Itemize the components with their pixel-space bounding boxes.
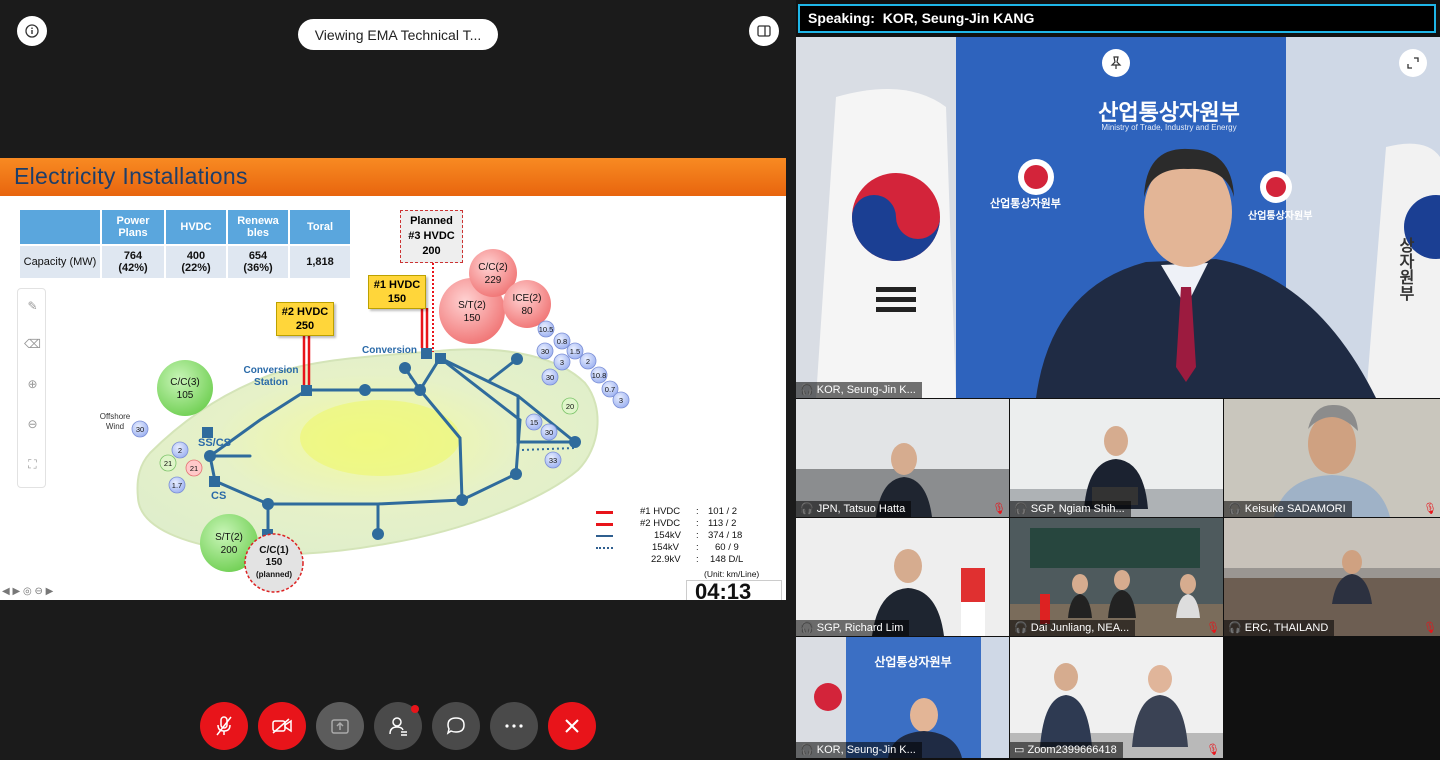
layout-toggle-button[interactable] bbox=[749, 16, 779, 46]
main-speaker-video[interactable]: 산업통상자원부 Ministry of Trade, Industry and … bbox=[796, 37, 1440, 398]
hvdc2-tag: #2 HVDC 250 bbox=[276, 302, 334, 336]
split-view-icon bbox=[757, 25, 771, 37]
mic-muted-icon: 🎙 bbox=[1423, 503, 1437, 515]
expand-button[interactable] bbox=[1399, 49, 1427, 77]
close-icon bbox=[565, 719, 579, 733]
backdrop-korean-text: 산업통상자원부 bbox=[874, 655, 952, 669]
audio-icon: 🎧 bbox=[800, 622, 814, 634]
video-button[interactable] bbox=[258, 702, 306, 750]
screen-icon: ▭ bbox=[1014, 744, 1025, 756]
participant-name: 🎧 KOR, Seung-Jin K... bbox=[796, 742, 922, 758]
mute-button[interactable] bbox=[200, 702, 248, 750]
participant-tile[interactable]: 🎧 JPN, Tatsuo Hatta 🎙 bbox=[796, 399, 1009, 517]
participant-name: ▭ Zoom2399666418 bbox=[1010, 742, 1123, 758]
participants-button[interactable] bbox=[374, 702, 422, 750]
cs-label: CS bbox=[211, 490, 227, 502]
audio-icon: 🎧 bbox=[800, 384, 814, 396]
participant-tile[interactable]: 🎧 ERC, THAILAND 🎙 bbox=[1224, 518, 1440, 636]
audio-icon: 🎧 bbox=[1014, 503, 1028, 515]
video-off-icon bbox=[272, 718, 292, 734]
participants-icon bbox=[389, 717, 407, 736]
mic-muted-icon: 🎙 bbox=[1206, 744, 1220, 756]
mic-off-icon bbox=[216, 716, 232, 736]
mic-muted-icon: 🎙 bbox=[1206, 622, 1220, 634]
chat-button[interactable] bbox=[432, 702, 480, 750]
plant-label-st2-south: S/T(2) 200 bbox=[215, 532, 243, 556]
video-feed bbox=[1224, 518, 1440, 636]
participant-name: 🎧 Keisuke SADAMORI bbox=[1224, 501, 1352, 517]
participant-name: 🎧 SGP, Ngiam Shih... bbox=[1010, 501, 1131, 517]
presentation-slide: Electricity Installations Power Plans HV… bbox=[0, 158, 786, 600]
participant-name: 🎧 JPN, Tatsuo Hatta bbox=[796, 501, 912, 517]
participant-tile-self[interactable]: 산업통상자원부 🎧 KOR, Seung-Jin K... bbox=[796, 637, 1009, 758]
audio-icon: 🎧 bbox=[800, 503, 814, 515]
participant-tile[interactable]: 🎧 SGP, Ngiam Shih... bbox=[1010, 399, 1223, 517]
participant-tile[interactable]: 🎧 Dai Junliang, NEA... 🎙 bbox=[1010, 518, 1223, 636]
planned-hvdc3-tag: Planned #3 HVDC 200 bbox=[400, 210, 463, 263]
audio-icon: 🎧 bbox=[1228, 503, 1242, 515]
plant-label-cc1: C/C(1) 150 (planned) bbox=[256, 545, 292, 579]
chat-icon bbox=[446, 717, 465, 735]
speaking-indicator: Speaking: KOR, Seung-Jin KANG bbox=[798, 4, 1436, 33]
conversion-label: Conversion bbox=[362, 345, 418, 356]
participant-tile[interactable]: 🎧 Keisuke SADAMORI 🎙 bbox=[1224, 399, 1440, 517]
video-feed bbox=[796, 399, 1009, 517]
audio-icon: 🎧 bbox=[800, 744, 814, 756]
speaker-scene bbox=[796, 37, 1440, 398]
mic-muted-icon: 🎙 bbox=[1423, 622, 1437, 634]
plant-label-cc3: C/C(3) 105 bbox=[170, 377, 200, 401]
conversion-station-label: Conversion Station bbox=[243, 365, 299, 388]
participant-tile[interactable]: ▭ Zoom2399666418 🎙 bbox=[1010, 637, 1223, 758]
emblem-korean-text-right: 산업통상자원부 bbox=[1248, 211, 1313, 222]
audio-icon: 🎧 bbox=[1228, 622, 1242, 634]
plant-label-cc2: C/C(2) 229 bbox=[478, 262, 508, 286]
slide-navigation[interactable]: ◀ ▶ ◎ ⊖ ▶ bbox=[2, 586, 53, 597]
info-button[interactable] bbox=[17, 16, 47, 46]
info-icon bbox=[25, 24, 39, 38]
viewing-share-pill[interactable]: Viewing EMA Technical T... bbox=[298, 19, 498, 50]
flag-text: 상자원부 bbox=[1396, 237, 1413, 301]
participant-gallery: Speaking: KOR, Seung-Jin KANG 산업통상자원부 Mi… bbox=[796, 0, 1440, 760]
video-feed bbox=[1010, 518, 1223, 636]
presentation-timer: 04:13 bbox=[686, 580, 782, 600]
video-feed bbox=[1010, 399, 1223, 517]
more-button[interactable] bbox=[490, 702, 538, 750]
hvdc1-tag: #1 HVDC 150 bbox=[368, 275, 426, 309]
plant-label-ice2: ICE(2) 80 bbox=[512, 293, 542, 317]
mic-muted-icon: 🎙 bbox=[992, 503, 1006, 515]
participant-name: 🎧 Dai Junliang, NEA... bbox=[1010, 620, 1136, 636]
pin-button[interactable] bbox=[1102, 49, 1130, 77]
video-feed bbox=[1010, 637, 1223, 758]
leave-button[interactable] bbox=[548, 702, 596, 750]
participant-tile[interactable]: 🎧 SGP, Richard Lim bbox=[796, 518, 1009, 636]
participant-name: 🎧 KOR, Seung-Jin K... bbox=[796, 382, 922, 398]
video-feed bbox=[796, 518, 1009, 636]
pin-icon bbox=[1110, 56, 1122, 69]
expand-icon bbox=[1407, 57, 1419, 69]
plant-label-st2-north: S/T(2) 150 bbox=[458, 300, 486, 324]
backdrop-english-text: Ministry of Trade, Industry and Energy bbox=[1101, 123, 1237, 132]
more-icon bbox=[505, 724, 523, 728]
emblem-korean-text: 산업통상자원부 bbox=[990, 198, 1061, 210]
participant-name: 🎧 SGP, Richard Lim bbox=[796, 620, 910, 636]
share-screen-button[interactable] bbox=[316, 702, 364, 750]
shared-screen-pane: Viewing EMA Technical T... Electricity I… bbox=[0, 0, 786, 760]
notification-dot bbox=[411, 705, 419, 713]
sscs-label: SS/CS bbox=[198, 437, 232, 449]
participant-name: 🎧 ERC, THAILAND bbox=[1224, 620, 1335, 636]
audio-icon: 🎧 bbox=[1014, 622, 1028, 634]
video-feed bbox=[1224, 399, 1440, 517]
share-icon bbox=[331, 719, 349, 734]
speaking-name: KOR, Seung-Jin KANG bbox=[882, 10, 1035, 26]
